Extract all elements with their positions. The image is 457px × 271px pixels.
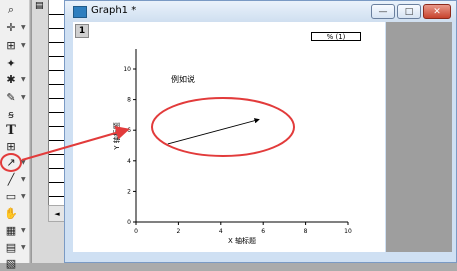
chevron-down-icon[interactable]: ▼: [21, 172, 27, 187]
insert-chart-icon[interactable]: ▤: [2, 240, 20, 255]
graph-canvas: 0 2 4 6 8 10 0 2 4 6 8 10 X 轴标题 Y 轴标题 例如说: [112, 49, 352, 245]
brush-icon[interactable]: ꞩ: [2, 107, 20, 122]
x-tick-label: 8: [304, 228, 308, 235]
insert-graph-icon[interactable]: ▦: [2, 223, 20, 238]
annotation-text: 例如说: [171, 74, 195, 84]
y-axis-title: Y 轴标题: [112, 122, 121, 151]
y-tick-label: 4: [127, 158, 131, 165]
text-tool-icon[interactable]: ⊞: [2, 139, 20, 154]
y-tick-label: 6: [127, 127, 131, 134]
arrow-object: [167, 118, 260, 145]
x-axis-title: X 轴标题: [228, 236, 256, 245]
line-icon[interactable]: ╱: [2, 172, 20, 187]
maximize-button[interactable]: □: [397, 4, 421, 19]
legend[interactable]: % (1): [311, 32, 361, 41]
chevron-down-icon[interactable]: ▼: [21, 240, 27, 255]
data-reader-icon[interactable]: ✦: [2, 56, 20, 71]
minimize-button[interactable]: —: [371, 4, 395, 19]
graph-app-icon: [73, 6, 87, 18]
worksheet-columns: [48, 0, 65, 222]
window-gray-area: [386, 22, 452, 252]
select-region-icon[interactable]: ⊞: [2, 38, 20, 53]
worksheet-icon: ▤: [35, 1, 44, 11]
hand-icon[interactable]: ✋: [2, 206, 20, 221]
window-titlebar[interactable]: Graph1 * — □ ✕: [65, 1, 456, 22]
chevron-down-icon[interactable]: ▼: [21, 72, 27, 87]
x-tick-label: 2: [176, 228, 180, 235]
y-tick-label: 0: [127, 219, 131, 226]
chevron-down-icon[interactable]: ▼: [21, 38, 27, 53]
highlight-ellipse: [151, 97, 295, 157]
y-tick-label: 2: [127, 188, 131, 195]
text-icon[interactable]: T: [2, 123, 20, 138]
chevron-down-icon[interactable]: ▼: [21, 223, 27, 238]
x-tick-label: 4: [219, 228, 223, 235]
rectangle-icon[interactable]: ▭: [2, 189, 20, 204]
crosshair-icon[interactable]: ✛: [2, 20, 20, 35]
zoom-icon[interactable]: ⌕: [2, 2, 20, 17]
chevron-down-icon[interactable]: ▼: [21, 90, 27, 105]
chevron-down-icon[interactable]: ▼: [21, 20, 27, 35]
window-title: Graph1 *: [91, 5, 137, 16]
y-tick-label: 10: [123, 66, 131, 73]
close-button[interactable]: ✕: [423, 4, 451, 19]
draw-data-icon[interactable]: ✎: [2, 90, 20, 105]
chevron-down-icon[interactable]: ▼: [21, 155, 27, 170]
x-tick-label: 6: [261, 228, 265, 235]
graph-window: Graph1 * — □ ✕ 0 2 4 6 8 10 0 2 4 6 8 10 X 轴标题 Y 轴…: [64, 0, 457, 263]
mask-icon[interactable]: ✱: [2, 72, 20, 87]
x-tick-label: 10: [344, 228, 352, 235]
y-tick-label: 8: [127, 97, 131, 104]
x-tick-label: 0: [134, 228, 138, 235]
graph-page[interactable]: 0 2 4 6 8 10 0 2 4 6 8 10 X 轴标题 Y 轴标题 例如说 1 % (1): [73, 22, 385, 252]
layer-indicator[interactable]: 1: [75, 24, 89, 38]
tools-toolbar: ⌕ ✛ ▼ ⊞ ▼ ✦ ✱ ▼ ✎ ▼ ꞩ T ⊞ ↗ ▼ ╱ ▼ ▭ ▼ ✋ …: [0, 0, 30, 270]
arrow-icon[interactable]: ↗: [0, 153, 22, 172]
insert-data-icon[interactable]: ▧: [2, 256, 20, 271]
chevron-down-icon[interactable]: ▼: [21, 189, 27, 204]
